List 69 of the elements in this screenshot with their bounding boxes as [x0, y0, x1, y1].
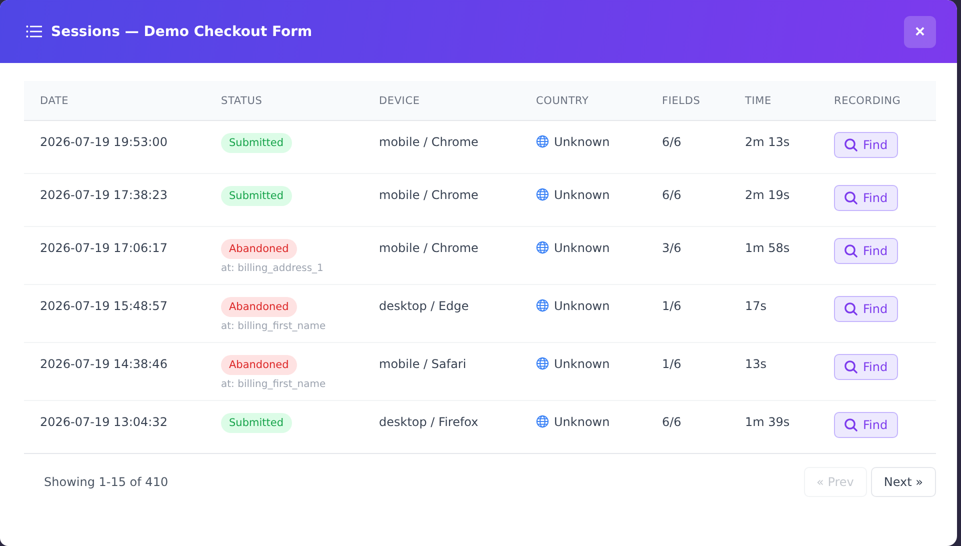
fields-cell: 1/6: [662, 299, 682, 313]
close-button[interactable]: ×: [904, 16, 936, 48]
country-cell: Unknown: [554, 299, 610, 313]
search-icon: [844, 138, 858, 152]
status-badge: Abandoned: [221, 355, 297, 375]
globe-icon: [536, 241, 549, 254]
window-title: Sessions — Demo Checkout Form: [51, 24, 312, 40]
find-button[interactable]: Find: [834, 296, 898, 322]
search-icon: [844, 302, 858, 316]
find-button[interactable]: Find: [834, 412, 898, 438]
device-cell: desktop / Edge: [379, 299, 469, 313]
find-button[interactable]: Find: [834, 132, 898, 158]
time-cell: 1m 39s: [745, 415, 790, 429]
fields-cell: 6/6: [662, 415, 682, 429]
date-cell: 2026-07-19 17:38:23: [40, 188, 168, 202]
device-cell: mobile / Chrome: [379, 241, 478, 255]
globe-icon: [536, 188, 549, 201]
globe-icon: [536, 357, 549, 370]
date-cell: 2026-07-19 17:06:17: [40, 241, 168, 255]
status-badge: Abandoned: [221, 297, 297, 317]
time-cell: 2m 19s: [745, 188, 790, 202]
column-header: TIME: [745, 94, 772, 106]
date-cell: 2026-07-19 14:38:46: [40, 357, 168, 371]
fields-cell: 6/6: [662, 135, 682, 149]
status-badge: Submitted: [221, 413, 292, 433]
globe-icon: [536, 135, 549, 148]
search-icon: [844, 418, 858, 432]
time-cell: 2m 13s: [745, 135, 790, 149]
globe-icon: [536, 299, 549, 312]
search-icon: [844, 244, 858, 258]
status-badge: Submitted: [221, 133, 292, 153]
fields-cell: 3/6: [662, 241, 682, 255]
column-header: STATUS: [221, 94, 262, 106]
country-cell: Unknown: [554, 357, 610, 371]
country-cell: Unknown: [554, 135, 610, 149]
column-header: DEVICE: [379, 94, 420, 106]
search-icon: [844, 191, 858, 205]
fields-cell: 6/6: [662, 188, 682, 202]
device-cell: mobile / Safari: [379, 357, 466, 371]
column-header: DATE: [40, 94, 69, 106]
search-icon: [844, 360, 858, 374]
abandon-field-note: at: billing_first_name: [221, 321, 327, 332]
column-header: FIELDS: [662, 94, 700, 106]
date-cell: 2026-07-19 13:04:32: [40, 415, 168, 429]
status-badge: Submitted: [221, 186, 292, 206]
pagination-summary: Showing 1-15 of 410: [44, 475, 168, 489]
next-page-button[interactable]: Next »: [870, 467, 936, 497]
country-cell: Unknown: [554, 415, 610, 429]
fields-cell: 1/6: [662, 357, 682, 371]
time-cell: 13s: [745, 357, 767, 371]
list-icon: [26, 25, 42, 38]
device-cell: mobile / Chrome: [379, 135, 478, 149]
date-cell: 2026-07-19 19:53:00: [40, 135, 168, 149]
abandon-field-note: at: billing_address_1: [221, 263, 324, 274]
device-cell: desktop / Firefox: [379, 415, 478, 429]
time-cell: 17s: [745, 299, 767, 313]
column-header: COUNTRY: [536, 94, 589, 106]
date-cell: 2026-07-19 15:48:57: [40, 299, 168, 313]
find-button[interactable]: Find: [834, 354, 898, 380]
find-button[interactable]: Find: [834, 238, 898, 264]
country-cell: Unknown: [554, 241, 610, 255]
abandon-field-note: at: billing_first_name: [221, 379, 327, 390]
column-header: RECORDING: [834, 94, 901, 106]
globe-icon: [536, 415, 549, 428]
status-badge: Abandoned: [221, 239, 297, 259]
find-button[interactable]: Find: [834, 185, 898, 211]
country-cell: Unknown: [554, 188, 610, 202]
time-cell: 1m 58s: [745, 241, 790, 255]
device-cell: mobile / Chrome: [379, 188, 478, 202]
